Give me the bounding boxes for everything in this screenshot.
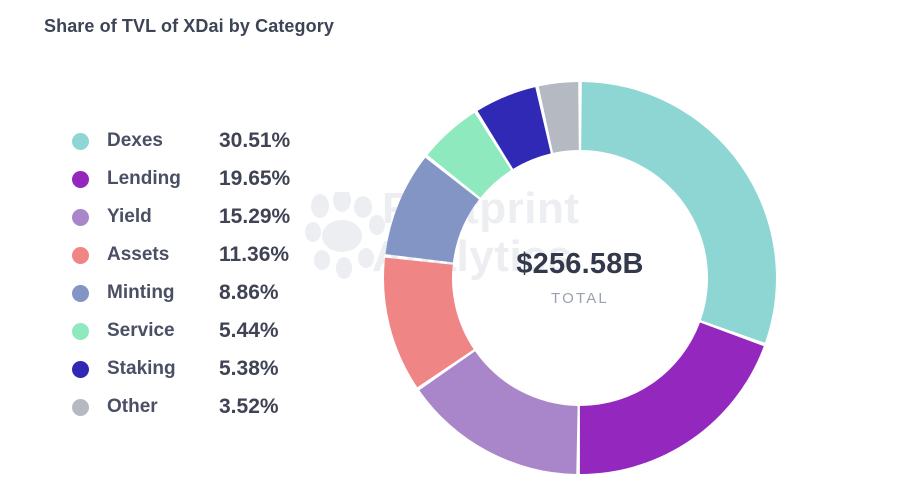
legend-item-value: 19.65%: [219, 167, 291, 190]
donut-slice[interactable]: [581, 82, 776, 343]
legend-item-value: 30.51%: [219, 129, 291, 152]
legend-item-value: 8.86%: [219, 281, 279, 304]
legend-item[interactable]: Dexes 30.51%: [72, 122, 290, 160]
legend-color-swatch: [72, 322, 89, 340]
legend-item-label: Staking: [107, 358, 176, 379]
chart-legend: Dexes 30.51% Lending 19.65% Yield 15.29% Asset…: [72, 122, 290, 426]
legend-color-swatch: [72, 208, 89, 226]
legend-color-swatch: [72, 132, 89, 150]
legend-item[interactable]: Service 5.44%: [72, 312, 290, 350]
legend-item-label: Assets: [107, 244, 170, 265]
legend-item-label: Service: [107, 320, 175, 341]
legend-color-swatch: [72, 360, 89, 378]
legend-color-swatch: [72, 398, 89, 416]
legend-item[interactable]: Staking 5.38%: [72, 350, 290, 388]
page-title: Share of TVL of XDai by Category: [44, 16, 334, 36]
legend-item-value: 15.29%: [219, 205, 291, 228]
legend-item-value: 5.38%: [219, 357, 279, 380]
legend-color-swatch: [72, 246, 89, 264]
legend-color-swatch: [72, 170, 89, 188]
legend-item[interactable]: Minting 8.86%: [72, 274, 290, 312]
donut-chart-svg: [384, 82, 776, 474]
legend-item-label: Other: [107, 396, 158, 417]
legend-item-label: Lending: [107, 168, 181, 189]
legend-item-value: 3.52%: [219, 395, 279, 418]
legend-item-label: Dexes: [107, 130, 163, 151]
legend-item[interactable]: Other 3.52%: [72, 388, 290, 426]
legend-color-swatch: [72, 284, 89, 302]
legend-item[interactable]: Yield 15.29%: [72, 198, 290, 236]
paw-footprint-logo-icon: [305, 192, 385, 279]
legend-item-value: 11.36%: [219, 243, 290, 266]
legend-item-label: Yield: [107, 206, 152, 227]
donut-chart: $256.58B TOTAL: [380, 78, 780, 478]
donut-slice[interactable]: [579, 322, 764, 474]
legend-item[interactable]: Lending 19.65%: [72, 160, 290, 198]
legend-item[interactable]: Assets 11.36%: [72, 236, 290, 274]
chart-page: Share of TVL of XDai by Category Footpri…: [0, 0, 900, 500]
legend-item-label: Minting: [107, 282, 175, 303]
legend-item-value: 5.44%: [219, 319, 279, 342]
